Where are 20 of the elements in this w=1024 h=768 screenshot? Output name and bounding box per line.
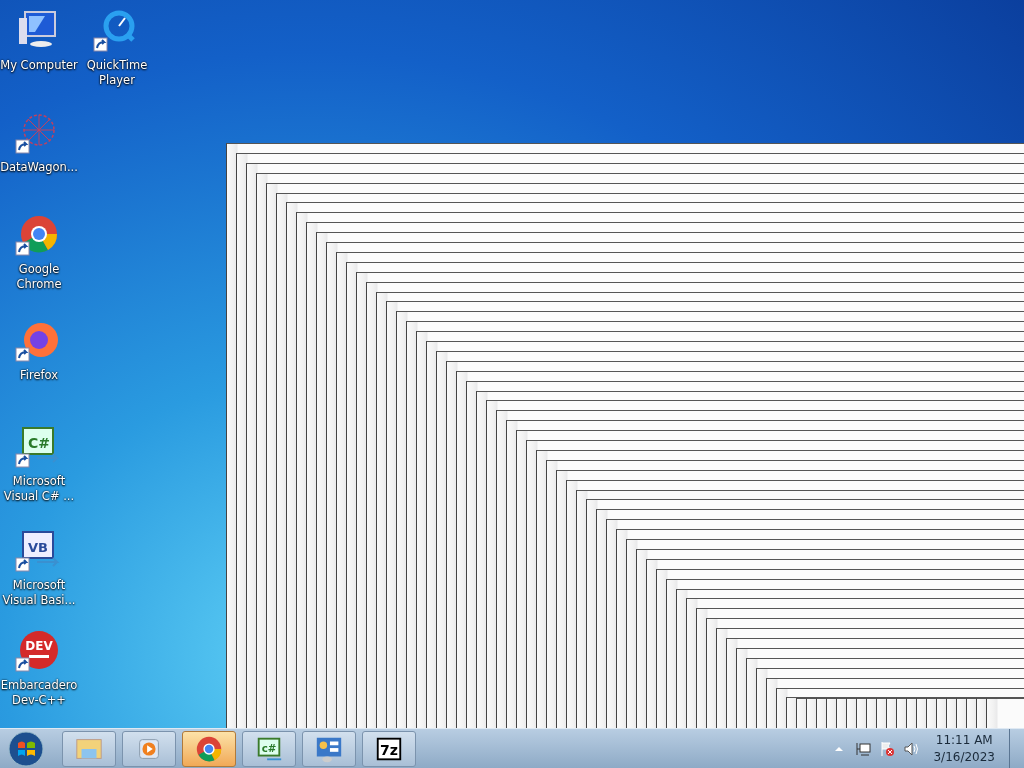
shortcut-label[interactable]: Firefox <box>19 368 59 383</box>
clock-date: 3/16/2023 <box>933 748 995 766</box>
shortcut-label[interactable]: Microsoft Visual C# ... <box>0 474 78 504</box>
taskbar-button[interactable] <box>182 730 236 767</box>
flag-icon[interactable] <box>879 740 896 757</box>
network-icon[interactable] <box>855 740 872 757</box>
shortcut-label[interactable]: My Computer <box>0 58 78 73</box>
shortcut-label[interactable]: Google Chrome <box>0 262 78 292</box>
shortcut-label[interactable]: QuickTime Player <box>78 58 156 88</box>
taskbar-button[interactable] <box>302 730 356 767</box>
taskbar-button[interactable]: 7z <box>362 730 416 767</box>
speaker-icon[interactable] <box>903 740 920 757</box>
shortcut-label[interactable]: DataWagon... <box>0 160 78 175</box>
clock-time: 11:11 AM <box>935 731 993 749</box>
start-button[interactable] <box>6 729 46 768</box>
taskbar-button[interactable] <box>122 730 176 767</box>
taskbar-button[interactable]: c# <box>242 730 296 767</box>
shortcut-label[interactable]: Microsoft Visual Basi... <box>0 578 78 608</box>
shortcut-label[interactable]: Embarcadero Dev-C++ <box>0 678 78 708</box>
clock[interactable]: 11:11 AM 3/16/2023 <box>927 731 1001 766</box>
